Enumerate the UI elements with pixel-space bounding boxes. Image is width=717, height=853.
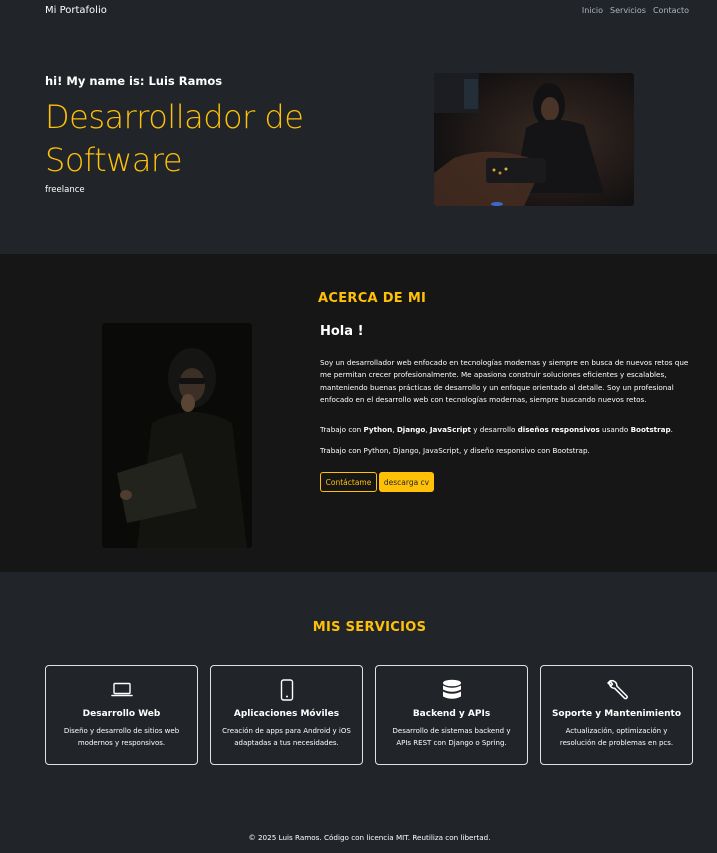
hero-title: Desarrollador de Software xyxy=(45,98,304,179)
service-description: Desarrollo de sistemas backend y APIs RE… xyxy=(392,727,511,747)
hero-photo xyxy=(434,73,634,206)
about-skills-summary: Trabajo con Python, Django, JavaScript, … xyxy=(320,446,590,455)
hero-section: hi! My name is: Luis Ramos Desarrollador… xyxy=(0,24,717,254)
services-heading: MIS SERVICIOS xyxy=(312,620,427,635)
phone-icon xyxy=(211,679,362,701)
about-photo xyxy=(102,323,252,548)
about-section: ACERCA DE MI Hola ! Soy un desarrollador… xyxy=(0,254,717,572)
skill-django: Django xyxy=(396,425,426,434)
service-card-mobile: Aplicaciones Móviles Creación de apps pa… xyxy=(210,665,363,765)
about-paragraph: Soy un desarrollador web enfocado en tec… xyxy=(320,358,689,404)
service-description: Actualización, optimización y resolución… xyxy=(559,727,674,747)
skills-text-5: usando xyxy=(599,425,631,434)
nav-links: Inicio Servicios Contacto xyxy=(582,6,689,15)
hero-intro: hi! My name is: Luis Ramos xyxy=(45,74,223,88)
service-title: Backend y APIs xyxy=(412,709,491,719)
skills-text-1: Trabajo con xyxy=(320,425,364,434)
brand-link[interactable]: Mi Portafolio xyxy=(45,5,107,16)
services-section: MIS SERVICIOS Desarrollo Web Diseño y de… xyxy=(0,572,717,853)
about-skills-line: Trabajo con Python, Django, JavaScript y… xyxy=(320,425,695,434)
contact-button[interactable]: Contáctame xyxy=(320,472,377,492)
laptop-icon xyxy=(46,679,197,701)
database-icon xyxy=(376,679,527,701)
skill-bootstrap: Bootstrap xyxy=(630,425,671,434)
nav-link-inicio[interactable]: Inicio xyxy=(582,6,603,15)
navbar: Mi Portafolio Inicio Servicios Contacto xyxy=(0,0,717,24)
footer-text: © 2025 Luis Ramos. Código con licencia M… xyxy=(248,833,491,842)
skills-text-6: . xyxy=(670,425,673,434)
nav-link-servicios[interactable]: Servicios xyxy=(610,6,646,15)
nav-link-contacto[interactable]: Contacto xyxy=(653,6,689,15)
hero-subtitle: freelance xyxy=(45,185,85,195)
service-title: Soporte y Mantenimiento xyxy=(551,709,682,719)
skill-python: Python xyxy=(363,425,393,434)
service-title: Aplicaciones Móviles xyxy=(233,709,340,719)
service-card-support: Soporte y Mantenimiento Actualización, o… xyxy=(540,665,693,765)
service-card-web: Desarrollo Web Diseño y desarrollo de si… xyxy=(45,665,198,765)
download-cv-button[interactable]: descarga cv xyxy=(379,472,434,492)
service-card-backend: Backend y APIs Desarrollo de sistemas ba… xyxy=(375,665,528,765)
skill-responsive: diseños responsivos xyxy=(517,425,600,434)
wrench-icon xyxy=(541,679,692,701)
service-description: Diseño y desarrollo de sitios web modern… xyxy=(63,727,180,747)
about-greeting: Hola ! xyxy=(320,324,364,339)
service-title: Desarrollo Web xyxy=(82,709,161,719)
skills-text-4: y desarrollo xyxy=(470,425,518,434)
skill-javascript: JavaScript xyxy=(429,425,471,434)
about-heading: ACERCA DE MI xyxy=(318,291,427,306)
service-description: Creación de apps para Android y iOS adap… xyxy=(222,727,351,747)
